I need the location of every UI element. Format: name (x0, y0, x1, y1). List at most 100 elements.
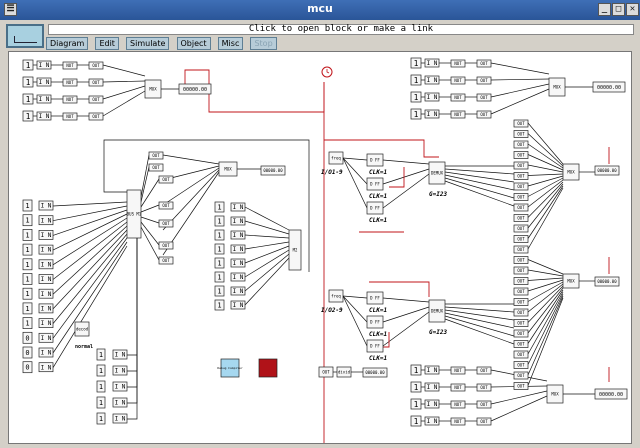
display-block[interactable]: 00000.00 (594, 276, 620, 287)
not-gate[interactable]: NOT (62, 78, 78, 87)
not-gate[interactable]: NOT (450, 76, 466, 85)
input-block[interactable]: I N (112, 397, 128, 408)
menu-simulate[interactable]: Simulate (126, 37, 170, 50)
display-block[interactable]: 00000.00 (362, 367, 388, 378)
output-block[interactable]: OUT (513, 172, 529, 180)
input-value[interactable]: 1 (22, 302, 33, 315)
d-flipflop[interactable]: D FF (366, 201, 384, 215)
output-block[interactable]: OUT (513, 382, 529, 390)
freq-divider[interactable]: freq (328, 289, 344, 303)
not-gate[interactable]: NOT (62, 112, 78, 121)
d-flipflop[interactable]: D FF (366, 315, 384, 329)
d-flipflop[interactable]: D FF (366, 177, 384, 191)
input-value[interactable]: 1 (214, 257, 225, 269)
display-block[interactable]: 00000.00 (594, 165, 620, 176)
input-block[interactable]: I N (230, 230, 246, 240)
close-icon[interactable]: ✕ (626, 3, 639, 16)
output-block[interactable]: OUT (476, 110, 492, 119)
input-block[interactable]: I N (36, 60, 52, 70)
freq-divider[interactable]: freq (328, 151, 344, 165)
output-block[interactable]: OUT (513, 203, 529, 212)
input-value[interactable]: 1 (214, 229, 225, 241)
input-value[interactable]: 1 (410, 57, 422, 69)
input-block[interactable]: I N (112, 365, 128, 376)
output-block[interactable]: OUT (88, 61, 104, 70)
output-block[interactable]: OUT (158, 256, 174, 265)
input-value[interactable]: 1 (22, 317, 33, 329)
input-value[interactable]: 1 (22, 93, 34, 105)
output-block[interactable]: OUT (158, 241, 174, 250)
input-value[interactable]: 1 (410, 415, 422, 427)
input-block[interactable]: I N (230, 202, 246, 212)
demux-block[interactable]: DEMUX (428, 299, 446, 323)
output-block[interactable]: OUT (513, 340, 529, 348)
input-value[interactable]: 1 (22, 243, 33, 256)
input-block[interactable]: I N (112, 349, 128, 360)
input-value[interactable]: 1 (22, 287, 33, 300)
output-block[interactable]: OUT (513, 277, 529, 285)
output-block[interactable]: OUT (513, 319, 529, 327)
input-block[interactable]: I N (230, 272, 246, 282)
input-block[interactable]: I N (38, 303, 54, 314)
input-block[interactable]: I N (38, 244, 54, 255)
output-block[interactable]: OUT (513, 350, 529, 359)
mux-block[interactable]: MUX (562, 163, 580, 181)
block-diagram[interactable]: 1 I N NOT OUT 1 I N NOT OUT 1 I N NOT OUT 1 I N NOT OUT… (9, 52, 632, 444)
output-block[interactable]: OUT (513, 214, 529, 222)
input-value[interactable]: 1 (22, 273, 33, 285)
output-block[interactable]: OUT (513, 224, 529, 233)
input-value[interactable]: 1 (96, 412, 106, 425)
output-block[interactable]: OUT (513, 182, 529, 191)
output-block[interactable]: OUT (476, 59, 492, 68)
input-block[interactable]: I N (38, 259, 54, 270)
input-value[interactable]: 1 (214, 271, 225, 283)
menu-stop[interactable]: Stop (250, 37, 277, 50)
input-value[interactable]: 1 (96, 396, 106, 409)
input-value[interactable]: 1 (410, 91, 422, 103)
input-block[interactable]: I N (424, 399, 440, 409)
menu-object[interactable]: Object (176, 37, 211, 50)
not-gate[interactable]: NOT (62, 61, 78, 70)
input-block[interactable]: I N (230, 300, 246, 310)
freq-divider[interactable]: divid (336, 366, 352, 378)
input-value[interactable]: 1 (214, 215, 225, 227)
output-block[interactable]: OUT (158, 201, 174, 210)
bus-block-1[interactable]: BUS M1 (126, 189, 142, 239)
output-block[interactable]: OUT (513, 119, 529, 128)
d-flipflop[interactable]: D FF (366, 339, 384, 353)
not-gate[interactable]: NOT (62, 95, 78, 104)
mux-block[interactable]: MUX (546, 384, 564, 404)
not-gate[interactable]: NOT (450, 400, 466, 409)
input-block[interactable]: I N (38, 362, 54, 373)
input-block[interactable]: I N (38, 230, 54, 240)
output-block[interactable]: OUT (88, 112, 104, 121)
input-block[interactable]: I N (38, 200, 54, 211)
input-value[interactable]: 1 (96, 380, 106, 393)
output-block[interactable]: OUT (513, 140, 529, 149)
input-block[interactable]: I N (424, 75, 440, 85)
input-value[interactable]: 1 (96, 348, 106, 361)
d-flipflop[interactable]: D FF (366, 291, 384, 305)
display-block[interactable]: 00000.00 (594, 388, 628, 400)
not-gate[interactable]: NOT (450, 110, 466, 119)
output-block[interactable]: OUT (476, 76, 492, 85)
output-block[interactable]: OUT (476, 383, 492, 392)
input-block[interactable]: I N (424, 92, 440, 102)
output-block[interactable]: OUT (513, 298, 529, 306)
output-block[interactable]: OUT (148, 163, 164, 172)
display-block[interactable]: 00000.00 (178, 83, 212, 95)
output-block[interactable]: OUT (476, 417, 492, 426)
input-value[interactable]: 1 (22, 258, 33, 271)
input-value[interactable]: 1 (22, 229, 33, 241)
output-block[interactable]: OUT (513, 235, 529, 243)
input-block[interactable]: I N (38, 318, 54, 328)
output-block[interactable]: OUT (158, 175, 174, 184)
input-block[interactable]: I N (36, 111, 52, 121)
output-block[interactable]: OUT (476, 400, 492, 409)
input-value[interactable]: 1 (214, 201, 225, 213)
input-value[interactable]: 1 (22, 214, 33, 227)
not-gate[interactable]: NOT (450, 366, 466, 375)
input-value[interactable]: 1 (410, 381, 422, 393)
output-block[interactable]: OUT (88, 78, 104, 87)
not-gate[interactable]: NOT (450, 93, 466, 102)
